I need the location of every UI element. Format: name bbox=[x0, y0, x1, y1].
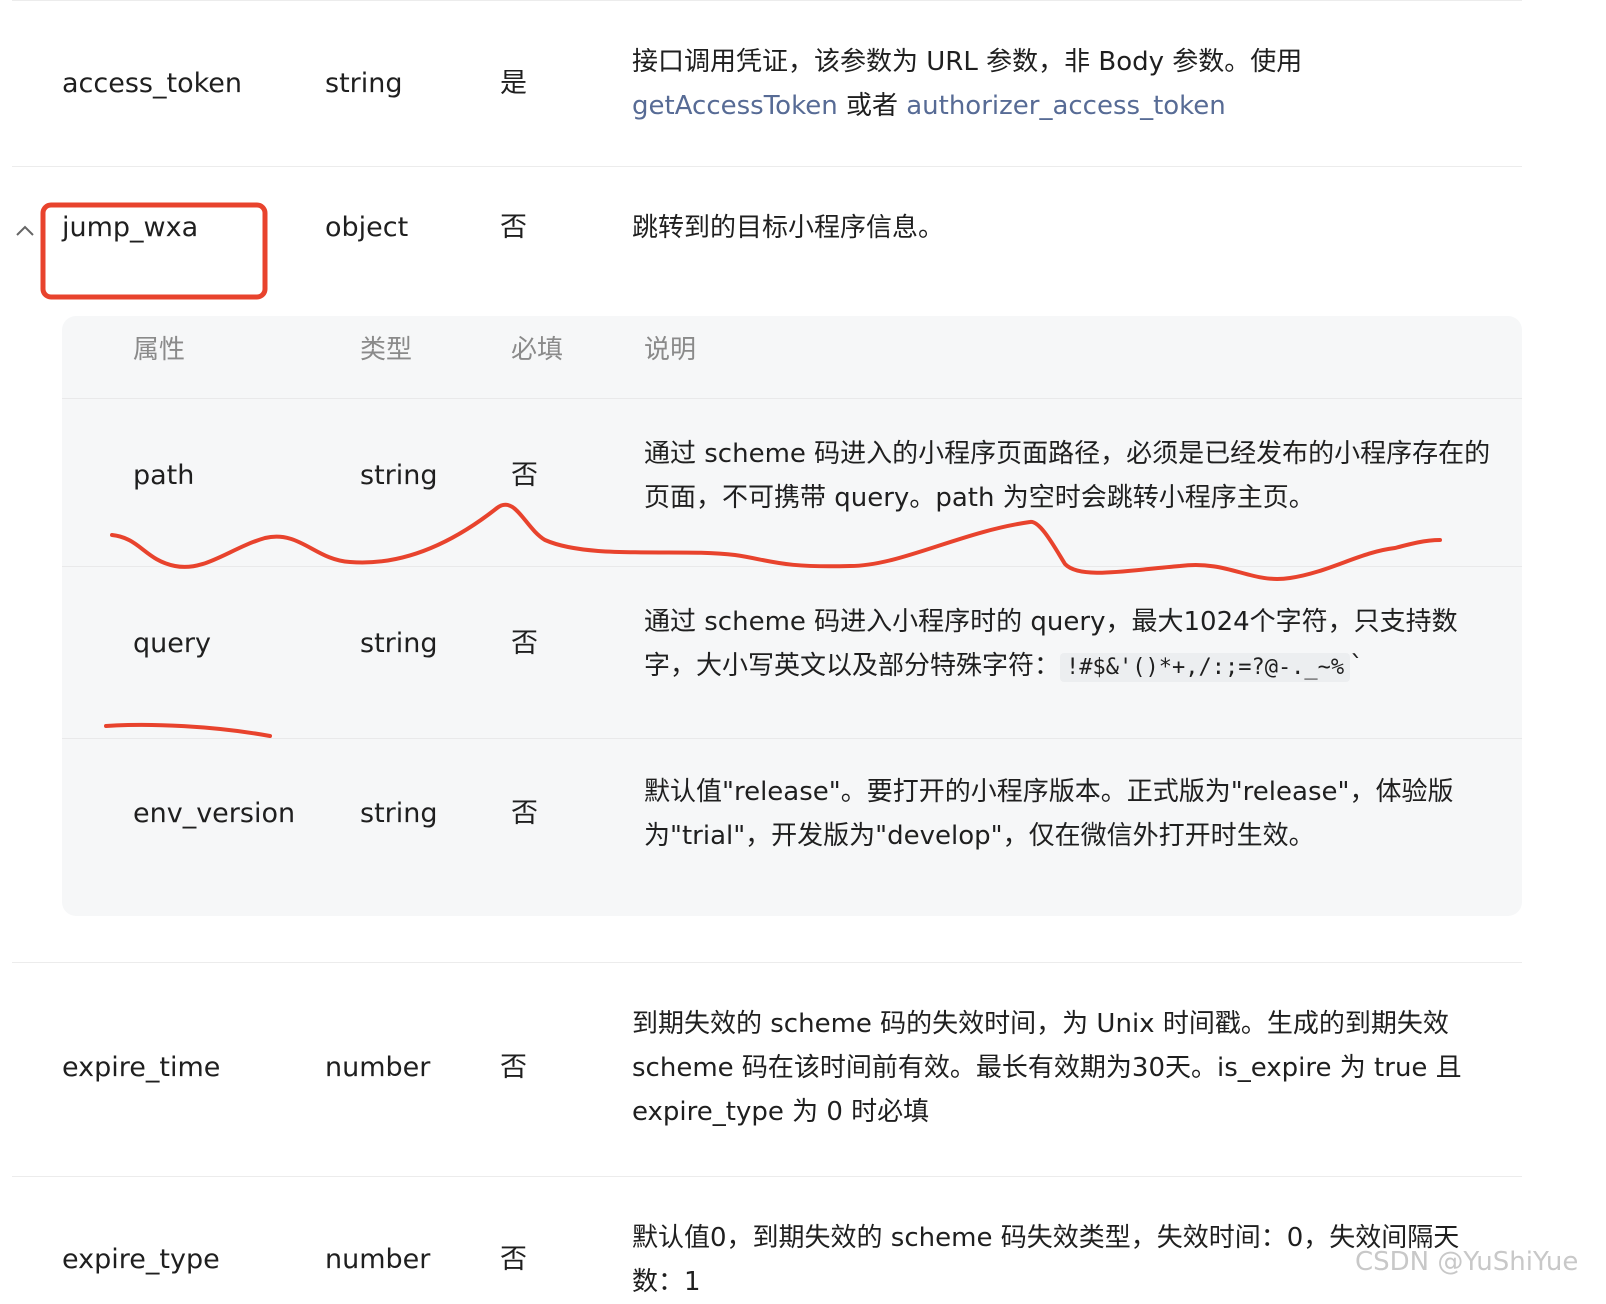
highlight-box bbox=[40, 202, 268, 300]
watermark: CSDN @YuShiYue bbox=[1355, 1247, 1579, 1277]
annotation-layer bbox=[40, 202, 1442, 738]
query-underline bbox=[104, 722, 272, 738]
squiggle-underline bbox=[110, 502, 1442, 581]
